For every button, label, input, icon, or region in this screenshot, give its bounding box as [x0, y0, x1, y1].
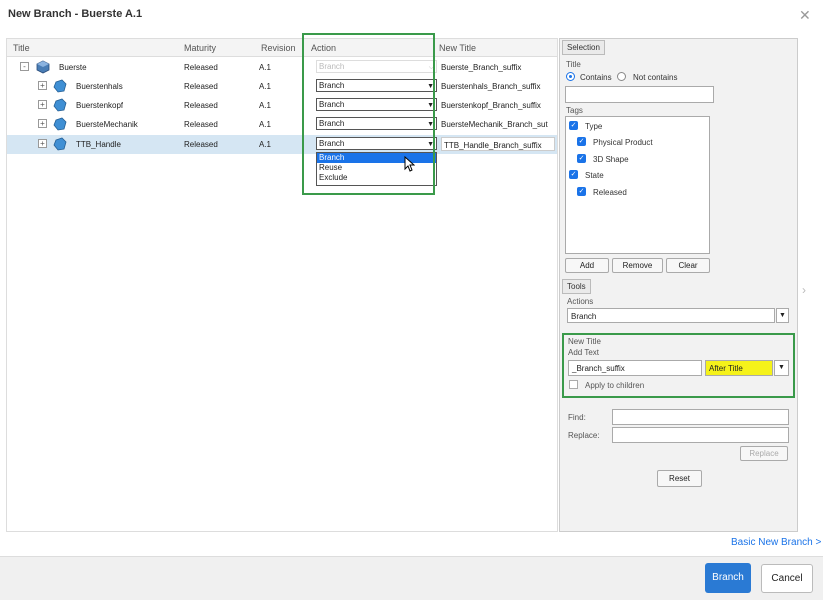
row-revision: A.1 — [259, 101, 272, 110]
replace-input[interactable] — [612, 427, 789, 443]
table-row[interactable]: + BuersteMechanik Released A.1 Branch ▼ B… — [7, 115, 557, 134]
title-filter-input[interactable] — [565, 86, 714, 103]
row-maturity: Released — [184, 63, 218, 72]
replace-label: Replace: — [568, 431, 600, 440]
cancel-button[interactable]: Cancel — [761, 564, 813, 593]
reset-button[interactable]: Reset — [657, 470, 702, 487]
dialog-footer — [0, 556, 823, 600]
row-new-title[interactable]: Buerste_Branch_suffix — [441, 63, 555, 72]
row-title: TTB_Handle — [76, 140, 121, 149]
part-cube-icon — [53, 79, 67, 93]
row-new-title[interactable]: Buerstenkopf_Branch_suffix — [441, 101, 555, 110]
part-cube-icon — [53, 137, 67, 151]
actions-label: Actions — [567, 297, 594, 306]
contains-radio[interactable] — [566, 72, 575, 81]
not-contains-radio[interactable] — [617, 72, 626, 81]
col-revision[interactable]: Revision — [261, 43, 296, 53]
table-row[interactable]: + Buerstenkopf Released A.1 Branch ▼ Buer… — [7, 96, 557, 115]
chevron-down-icon[interactable]: ▼ — [776, 308, 789, 323]
tag-label: Type — [585, 122, 603, 131]
expand-icon[interactable]: + — [38, 100, 47, 109]
side-panel: Selection Title Contains Not contains Ta… — [559, 38, 798, 532]
table-row-selected[interactable]: + TTB_Handle Released A.1 Branch ▼ TTB_Ha… — [7, 135, 557, 154]
tags-tree: ✓ Type ✓ Physical Product ✓ 3D Shape ✓ S… — [565, 116, 710, 254]
tag-label: 3D Shape — [593, 155, 629, 164]
tag-label: State — [585, 171, 604, 180]
row-title: Buerste — [59, 63, 87, 72]
replace-button[interactable]: Replace — [740, 446, 788, 461]
col-maturity[interactable]: Maturity — [184, 43, 216, 53]
row-title: Buerstenhals — [76, 82, 123, 91]
actions-select[interactable]: Branch — [567, 308, 775, 323]
tag-checkbox[interactable]: ✓ — [569, 121, 578, 130]
row-new-title[interactable]: BuersteMechanik_Branch_sut — [441, 120, 555, 129]
tags-label: Tags — [566, 106, 583, 115]
tab-tools[interactable]: Tools — [562, 279, 591, 294]
row-new-title[interactable]: TTB_Handle_Branch_suffix — [441, 137, 555, 151]
tab-selection[interactable]: Selection — [562, 40, 605, 55]
remove-button[interactable]: Remove — [612, 258, 663, 273]
collapse-icon[interactable]: - — [20, 62, 29, 71]
expand-icon[interactable]: + — [38, 119, 47, 128]
add-button[interactable]: Add — [565, 258, 609, 273]
expand-icon[interactable]: + — [38, 139, 47, 148]
part-cube-icon — [53, 117, 67, 131]
row-title: Buerstenkopf — [76, 101, 124, 110]
contains-label: Contains — [580, 73, 612, 82]
tag-checkbox[interactable]: ✓ — [577, 154, 586, 163]
title-label: Title — [566, 60, 581, 69]
find-label: Find: — [568, 413, 586, 422]
not-contains-label: Not contains — [633, 73, 678, 82]
assembly-cube-icon — [36, 60, 50, 74]
row-revision: A.1 — [259, 82, 272, 91]
action-column-highlight — [302, 33, 435, 195]
col-new-title[interactable]: New Title — [439, 43, 476, 53]
col-title[interactable]: Title — [13, 43, 30, 53]
table-header: Title Maturity Revision Action New Title — [7, 39, 557, 57]
part-cube-icon — [53, 98, 67, 112]
tag-checkbox[interactable]: ✓ — [577, 137, 586, 146]
table-row[interactable]: - Buerste Released A.1 Branch ⌵ Buerste_B… — [7, 58, 557, 77]
row-maturity: Released — [184, 82, 218, 91]
row-revision: A.1 — [259, 120, 272, 129]
structure-table: Title Maturity Revision Action New Title… — [6, 38, 558, 532]
basic-new-branch-link[interactable]: Basic New Branch > — [731, 537, 821, 548]
row-revision: A.1 — [259, 63, 272, 72]
row-maturity: Released — [184, 140, 218, 149]
tag-checkbox[interactable]: ✓ — [569, 170, 578, 179]
new-branch-dialog: New Branch - Buerste A.1 ✕ Title Maturit… — [0, 0, 823, 600]
expand-icon[interactable]: + — [38, 81, 47, 90]
close-icon[interactable]: ✕ — [799, 7, 811, 24]
clear-button[interactable]: Clear — [666, 258, 710, 273]
tag-checkbox[interactable]: ✓ — [577, 187, 586, 196]
new-title-highlight — [562, 333, 795, 398]
tag-label: Physical Product — [593, 138, 653, 147]
tag-label: Released — [593, 188, 627, 197]
find-input[interactable] — [612, 409, 789, 425]
row-title: BuersteMechanik — [76, 120, 138, 129]
table-row[interactable]: + Buerstenhals Released A.1 Branch ▼ Buer… — [7, 77, 557, 96]
row-revision: A.1 — [259, 140, 272, 149]
row-new-title[interactable]: Buerstenhals_Branch_suffix — [441, 82, 555, 91]
chevron-right-icon[interactable]: › — [802, 283, 806, 297]
branch-button[interactable]: Branch — [705, 563, 751, 593]
row-maturity: Released — [184, 101, 218, 110]
row-maturity: Released — [184, 120, 218, 129]
dialog-title: New Branch - Buerste A.1 — [8, 8, 143, 20]
